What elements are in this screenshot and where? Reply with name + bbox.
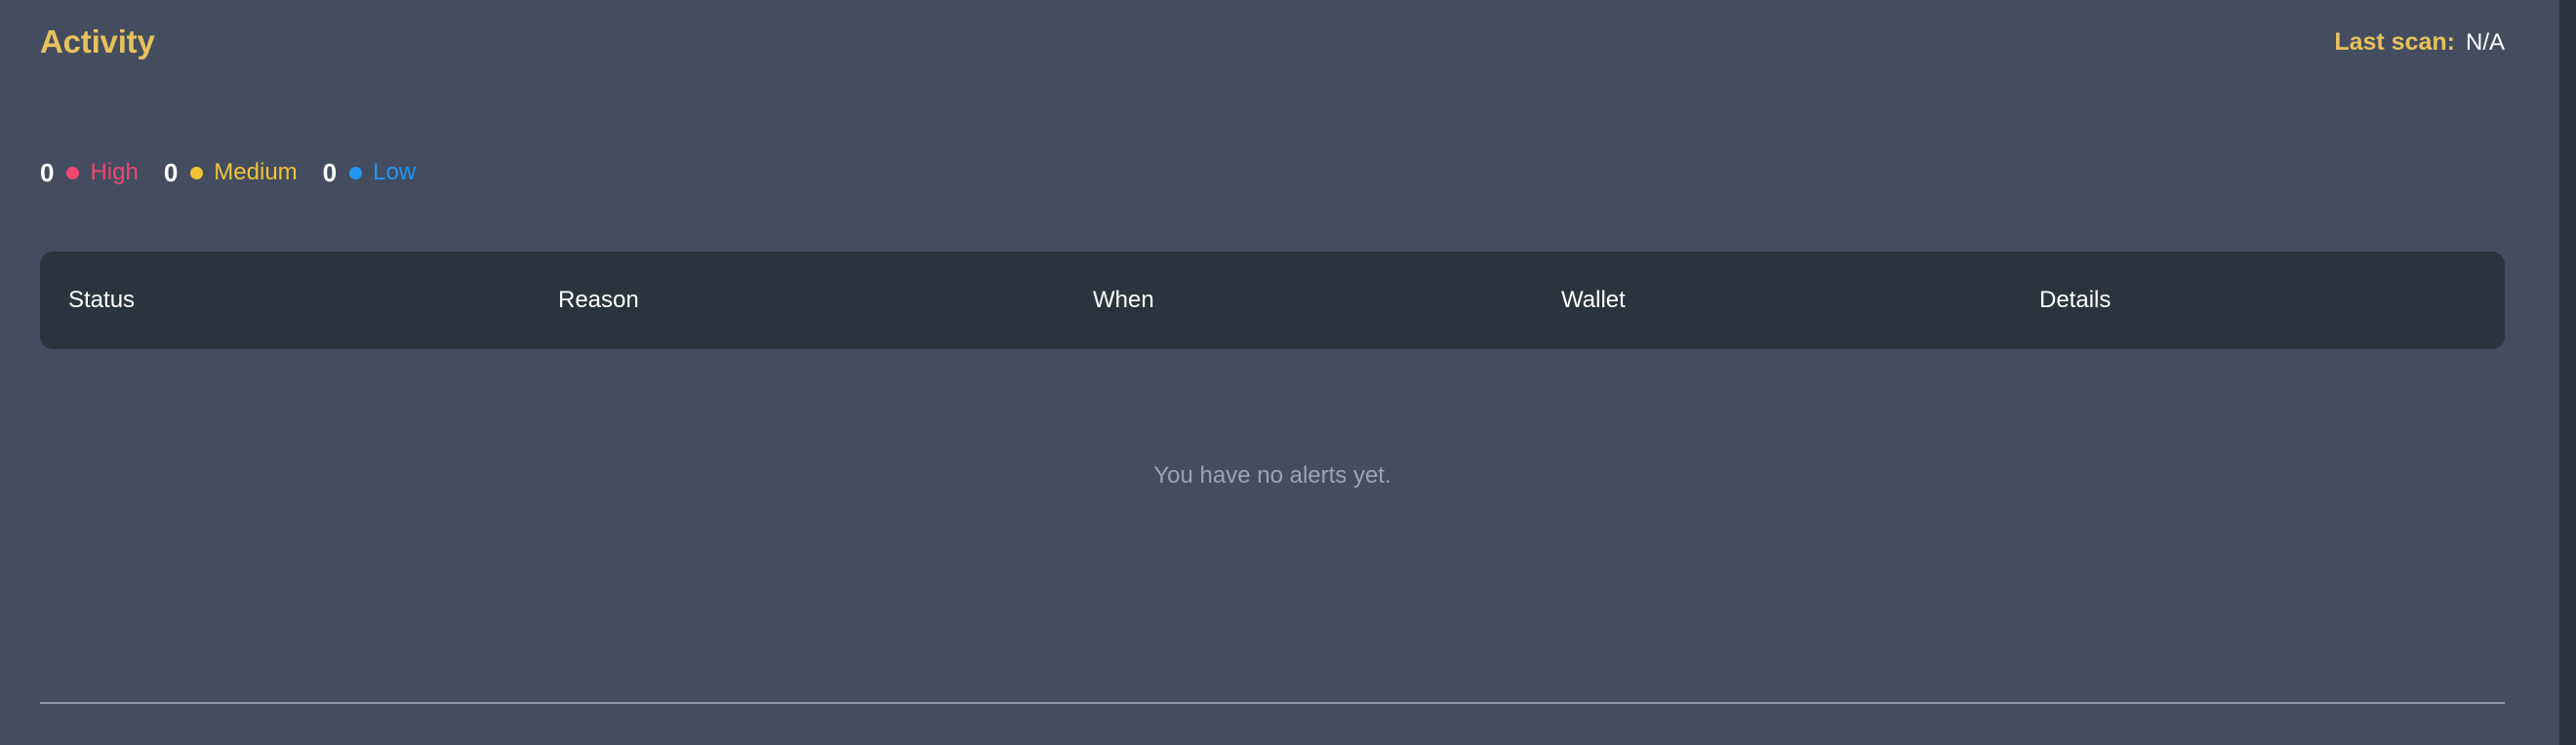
severity-chip-low[interactable]: 0 Low <box>323 151 417 194</box>
severity-dot-high <box>66 166 80 179</box>
alerts-table-body: You have no alerts yet. <box>40 349 2505 603</box>
severity-chip-high[interactable]: 0 High <box>40 151 139 194</box>
last-scan-label: Last scan: <box>2334 27 2455 56</box>
last-scan-status: Last scan: N/A <box>2334 21 2505 63</box>
severity-count-medium: 0 <box>163 158 179 187</box>
column-header-when[interactable]: When <box>1093 287 1154 314</box>
column-header-reason[interactable]: Reason <box>558 287 639 314</box>
alerts-table-header: Status Reason When Wallet Details <box>40 252 2505 349</box>
severity-dot-medium <box>190 166 204 179</box>
activity-header: Activity Last scan: N/A <box>40 21 2505 62</box>
alerts-table: Status Reason When Wallet Details You ha… <box>40 252 2505 603</box>
section-divider <box>40 702 2505 704</box>
page-scrollbar[interactable] <box>2559 0 2576 745</box>
severity-chip-medium[interactable]: 0 Medium <box>164 151 298 194</box>
empty-state-message: You have no alerts yet. <box>1153 462 1391 489</box>
column-header-wallet[interactable]: Wallet <box>1561 287 1626 314</box>
severity-dot-low <box>349 166 363 179</box>
severity-summary: 0 High 0 Medium 0 Low <box>40 151 416 194</box>
page-title: Activity <box>40 23 155 59</box>
last-scan-value: N/A <box>2465 28 2505 56</box>
severity-count-low: 0 <box>322 158 338 187</box>
page-content: Activity Last scan: N/A 0 High 0 Medium … <box>0 0 2559 745</box>
severity-label-medium: Medium <box>214 159 298 185</box>
severity-label-low: Low <box>373 159 417 185</box>
column-header-details[interactable]: Details <box>2039 287 2111 314</box>
severity-count-high: 0 <box>40 158 55 187</box>
activity-panel: Activity Last scan: N/A 0 High 0 Medium … <box>0 0 2576 745</box>
severity-label-high: High <box>90 159 139 185</box>
column-header-status[interactable]: Status <box>68 287 135 314</box>
